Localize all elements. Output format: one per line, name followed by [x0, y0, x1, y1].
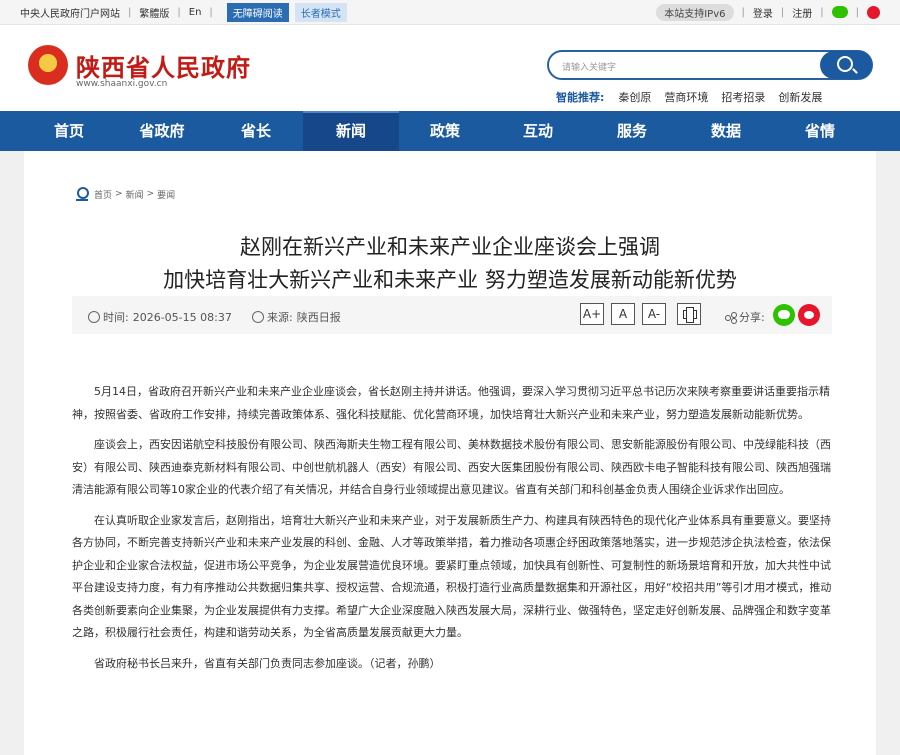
ipv6-badge: 本站支持IPv6	[656, 3, 734, 21]
recommend-item[interactable]: 秦创原	[618, 89, 651, 105]
elder-mode-button[interactable]: 长者模式	[294, 2, 347, 22]
wechat-icon[interactable]	[831, 6, 848, 18]
divider: |	[741, 6, 745, 18]
share-icon	[725, 312, 737, 324]
weibo-icon[interactable]	[867, 5, 880, 19]
smart-recommend: 智能推荐: 秦创原 营商环境 招考招录 创新发展	[556, 89, 835, 105]
nav-policy[interactable]: 政策	[410, 111, 480, 151]
recommend-item[interactable]: 营商环境	[664, 89, 708, 105]
smart-recommend-label: 智能推荐:	[556, 91, 605, 104]
article-source: 来源: 陕西日报	[252, 309, 341, 325]
register-link[interactable]: 注册	[792, 5, 812, 20]
divider: |	[209, 6, 213, 18]
time-value: 2026-05-15 08:37	[132, 310, 232, 324]
breadcrumb-home[interactable]: 首页	[94, 188, 112, 201]
article-paragraph: 省政府秘书长吕来升，省直有关部门负责同志参加座谈。（记者，孙鹏）	[94, 656, 441, 670]
article-body: 5月14日，省政府召开新兴产业和未来产业企业座谈会，省长赵刚主持并讲话。他强调，…	[72, 381, 832, 683]
location-pin-icon	[76, 187, 89, 201]
font-normal-button[interactable]: A	[611, 303, 635, 325]
breadcrumb-headlines[interactable]: 要闻	[157, 188, 175, 201]
accessible-reading-button[interactable]: 无障碍阅读	[226, 2, 289, 22]
printer-paper-icon	[686, 307, 694, 323]
source-label: 来源:	[267, 311, 293, 324]
search-icon-handle	[852, 68, 858, 74]
breadcrumb: 首页 > 新闻 > 要闻	[76, 187, 175, 201]
search-icon	[837, 56, 853, 72]
search-input[interactable]: 请输入关键字	[562, 60, 616, 73]
recommend-item[interactable]: 创新发展	[778, 89, 822, 105]
traditional-chinese-link[interactable]: 繁體版	[139, 5, 169, 20]
print-button[interactable]	[677, 303, 701, 325]
clock-icon	[88, 311, 100, 323]
login-link[interactable]: 登录	[753, 5, 773, 20]
article-meta-bar: 时间: 2026-05-15 08:37 来源: 陕西日报 A+ A A- 分享…	[72, 296, 832, 334]
nav-interaction[interactable]: 互动	[503, 111, 573, 151]
nav-province-info[interactable]: 省情	[785, 111, 855, 151]
recommend-item[interactable]: 招考招录	[721, 89, 765, 105]
nav-home[interactable]: 首页	[34, 111, 104, 151]
share-label-group: 分享:	[725, 309, 765, 325]
divider: |	[128, 6, 132, 18]
article-container: 首页 > 新闻 > 要闻 赵刚在新兴产业和未来产业企业座谈会上强调 加快培育壮大…	[24, 151, 876, 755]
time-label: 时间:	[103, 311, 129, 324]
article-paragraph: 5月14日，省政府召开新兴产业和未来产业企业座谈会，省长赵刚主持并讲话。他强调，…	[72, 385, 830, 421]
divider: |	[820, 6, 824, 18]
breadcrumb-separator: >	[115, 189, 123, 199]
site-header: 陕西省人民政府 www.shaanxi.gov.cn 请输入关键字 智能推荐: …	[0, 25, 900, 111]
national-emblem-icon	[28, 45, 68, 85]
font-decrease-button[interactable]: A-	[642, 303, 666, 325]
nav-governor[interactable]: 省长	[221, 111, 291, 151]
article-paragraph: 座谈会上，西安因诺航空科技股份有限公司、陕西海斯夫生物工程有限公司、美林数据技术…	[72, 438, 831, 496]
top-right-links: 本站支持IPv6 | 登录 | 注册 | |	[656, 0, 880, 24]
nav-data[interactable]: 数据	[691, 111, 761, 151]
article-paragraph: 在认真听取企业家发言后，赵刚指出，培育壮大新兴产业和未来产业，对于发展新质生产力…	[72, 513, 832, 640]
share-label: 分享:	[739, 311, 765, 324]
share-weibo-icon[interactable]	[798, 304, 820, 326]
search-box[interactable]: 请输入关键字	[547, 50, 873, 80]
nav-news[interactable]: 新闻	[303, 111, 399, 151]
top-utility-bar: 中央人民政府门户网站 | 繁體版 | En | 无障碍阅读 长者模式 本站支持I…	[0, 0, 900, 25]
nav-service[interactable]: 服务	[597, 111, 667, 151]
source-value: 陕西日报	[296, 311, 341, 324]
font-increase-button[interactable]: A+	[580, 303, 604, 325]
publish-time: 时间: 2026-05-15 08:37	[88, 309, 232, 325]
main-nav: 首页 省政府 省长 新闻 政策 互动 服务 数据 省情	[0, 111, 900, 151]
top-left-links: 中央人民政府门户网站 | 繁體版 | En | 无障碍阅读 长者模式	[20, 0, 347, 24]
article-title: 赵刚在新兴产业和未来产业企业座谈会上强调 加快培育壮大新兴产业和未来产业 努力塑…	[24, 231, 876, 297]
source-icon	[252, 311, 264, 323]
divider: |	[855, 6, 859, 18]
breadcrumb-separator: >	[146, 189, 155, 199]
site-url: www.shaanxi.gov.cn	[76, 79, 168, 89]
search-button[interactable]	[820, 51, 872, 79]
divider: |	[780, 6, 785, 18]
site-title[interactable]: 陕西省人民政府	[76, 48, 251, 83]
divider: |	[177, 6, 181, 18]
breadcrumb-news[interactable]: 新闻	[126, 188, 144, 201]
share-wechat-icon[interactable]	[773, 304, 795, 326]
nav-provincial-gov[interactable]: 省政府	[127, 111, 197, 151]
article-title-line1: 赵刚在新兴产业和未来产业企业座谈会上强调	[240, 235, 660, 259]
article-title-line2: 加快培育壮大新兴产业和未来产业 努力塑造发展新动能新优势	[163, 268, 737, 292]
english-link[interactable]: En	[189, 7, 202, 18]
central-gov-link[interactable]: 中央人民政府门户网站	[20, 5, 120, 20]
